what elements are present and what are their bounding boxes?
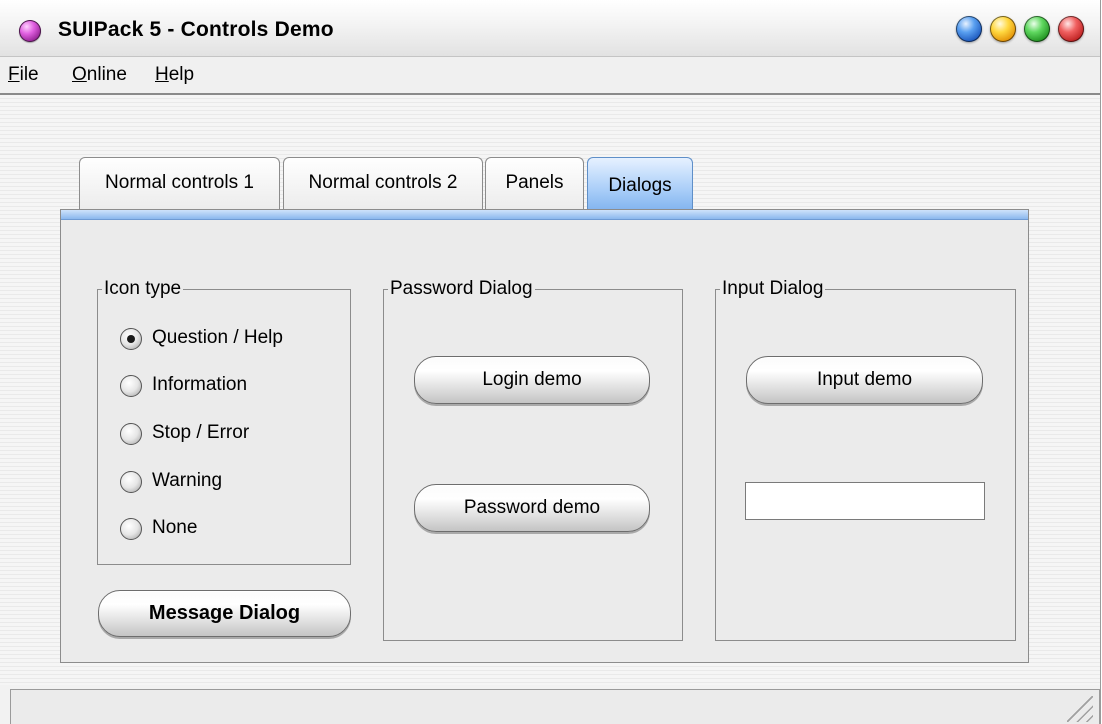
input-dialog-text-field[interactable] — [745, 482, 985, 520]
radio-button[interactable] — [120, 471, 142, 493]
radio-button[interactable] — [120, 375, 142, 397]
icon-type-label: Icon type — [102, 278, 184, 300]
menu-file[interactable]: File — [8, 64, 39, 86]
radio-button-checked[interactable] — [120, 328, 142, 350]
blue-orb-button-icon[interactable] — [956, 16, 982, 42]
radio-label: Information — [152, 374, 248, 395]
close-orb-button-icon[interactable] — [1058, 16, 1084, 42]
input-demo-button[interactable]: Input demo — [746, 356, 983, 404]
radio-label: Stop / Error — [152, 422, 250, 443]
password-dialog-label: Password Dialog — [388, 278, 535, 300]
resize-grip-icon[interactable] — [1067, 696, 1093, 722]
password-dialog-group: Password Dialog — [383, 278, 683, 641]
app-window: SUIPack 5 - Controls Demo File Online He… — [0, 0, 1101, 724]
window-title: SUIPack 5 - Controls Demo — [58, 18, 334, 41]
login-demo-button[interactable]: Login demo — [414, 356, 650, 404]
title-bar[interactable]: SUIPack 5 - Controls Demo — [0, 0, 1100, 57]
tab-dialogs[interactable]: Dialogs — [587, 157, 693, 212]
icon-type-group: Icon type Question / Help Information St… — [97, 278, 351, 565]
radio-button[interactable] — [120, 518, 142, 540]
tab-normal-controls-2[interactable]: Normal controls 2 — [283, 157, 483, 209]
maximize-orb-button-icon[interactable] — [1024, 16, 1050, 42]
password-demo-button[interactable]: Password demo — [414, 484, 650, 532]
tab-normal-controls-1[interactable]: Normal controls 1 — [79, 157, 280, 209]
radio-label: Warning — [152, 470, 223, 491]
menu-help[interactable]: Help — [155, 64, 194, 86]
radio-button[interactable] — [120, 423, 142, 445]
message-dialog-button[interactable]: Message Dialog — [98, 590, 351, 637]
radio-label: Question / Help — [152, 327, 283, 348]
input-dialog-label: Input Dialog — [720, 278, 826, 300]
menu-online[interactable]: Online — [72, 64, 127, 86]
status-bar — [10, 689, 1100, 724]
minimize-orb-button-icon[interactable] — [990, 16, 1016, 42]
radio-label: None — [152, 517, 198, 538]
app-orb-icon[interactable] — [19, 20, 41, 42]
tab-panels[interactable]: Panels — [485, 157, 584, 209]
input-dialog-group: Input Dialog — [715, 278, 1016, 641]
panel-accent-bar — [61, 210, 1028, 220]
menu-bar: File Online Help — [0, 57, 1100, 95]
